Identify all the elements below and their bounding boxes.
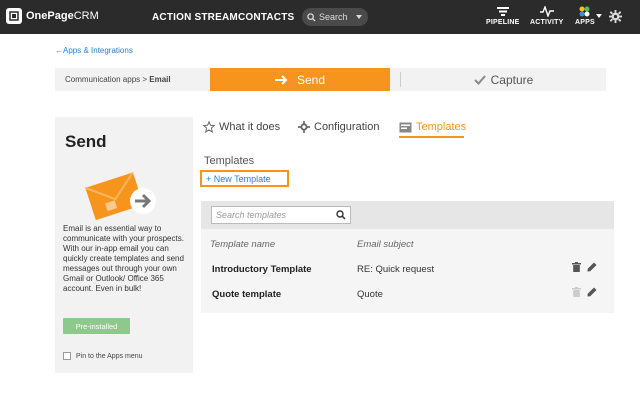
templates-table: Template name Email subject Introductory…	[201, 201, 614, 313]
active-tab-indicator	[399, 136, 464, 138]
new-template-button[interactable]: + New Template	[200, 170, 289, 187]
logo[interactable]: OnePageCRM	[6, 8, 99, 24]
search-templates-field[interactable]	[211, 206, 351, 224]
template-name[interactable]: Introductory Template	[212, 264, 312, 275]
edit-pencil-icon[interactable]	[587, 262, 597, 272]
chevron-down-icon	[356, 15, 362, 19]
search-templates-input[interactable]	[216, 210, 331, 220]
column-header-template-name: Template name	[210, 239, 276, 250]
search-icon	[307, 12, 316, 22]
card-description: Email is an essential way to communicate…	[63, 224, 184, 293]
search-icon[interactable]	[336, 210, 346, 220]
apps-dropdown-icon[interactable]	[596, 14, 602, 18]
trash-icon-disabled	[572, 287, 581, 297]
card-title: Send	[65, 132, 107, 151]
logo-text: OnePageCRM	[26, 10, 99, 22]
apps-icon	[579, 6, 590, 17]
nav-apps[interactable]: APPS	[575, 6, 595, 26]
nav-activity[interactable]: ACTIVITY	[530, 6, 564, 26]
pin-checkbox[interactable]	[63, 352, 71, 360]
tab-templates[interactable]: Templates	[399, 121, 466, 133]
edit-pencil-icon[interactable]	[587, 287, 597, 297]
pin-to-apps-menu[interactable]: Pin to the Apps menu	[63, 352, 143, 360]
trash-icon[interactable]	[572, 262, 581, 272]
checkmark-icon	[473, 74, 486, 85]
template-name[interactable]: Quote template	[212, 289, 281, 300]
template-subject: Quote	[357, 289, 383, 300]
nav-contacts[interactable]: CONTACTS	[238, 12, 294, 23]
pin-label: Pin to the Apps menu	[76, 352, 143, 360]
arrow-right-icon	[274, 74, 288, 85]
back-to-apps-link[interactable]: ←Apps & Integrations	[55, 46, 133, 55]
wizard-steps: Communication apps > Email Send Capture	[55, 68, 606, 91]
global-search[interactable]: Search	[302, 8, 368, 26]
wizard-breadcrumb: Communication apps > Email	[65, 75, 171, 84]
pre-installed-button[interactable]: Pre-installed	[63, 318, 130, 334]
search-label: Search	[319, 12, 348, 22]
table-toolbar	[201, 201, 614, 229]
gear-icon[interactable]	[609, 10, 622, 23]
step-capture[interactable]: Capture	[401, 68, 606, 91]
column-header-email-subject: Email subject	[357, 239, 414, 250]
email-envelope-icon	[85, 171, 156, 221]
top-navigation-bar: OnePageCRM ACTION STREAM CONTACTS Search…	[0, 0, 640, 34]
app-info-card: Send Email is an essential way to commun…	[55, 117, 193, 373]
star-icon	[203, 121, 215, 133]
tab-configuration[interactable]: Configuration	[298, 121, 379, 133]
template-subject: RE: Quick request	[357, 264, 435, 275]
activity-icon	[539, 6, 554, 17]
template-icon	[399, 122, 412, 132]
step-send[interactable]: Send	[210, 68, 390, 91]
gear-icon	[298, 121, 310, 133]
pipeline-icon	[496, 7, 509, 16]
logo-icon	[6, 8, 22, 24]
nav-action-stream[interactable]: ACTION STREAM	[152, 12, 238, 23]
nav-pipeline[interactable]: PIPELINE	[486, 6, 520, 26]
templates-heading: Templates	[204, 155, 255, 167]
tab-what-it-does[interactable]: What it does	[203, 121, 280, 133]
